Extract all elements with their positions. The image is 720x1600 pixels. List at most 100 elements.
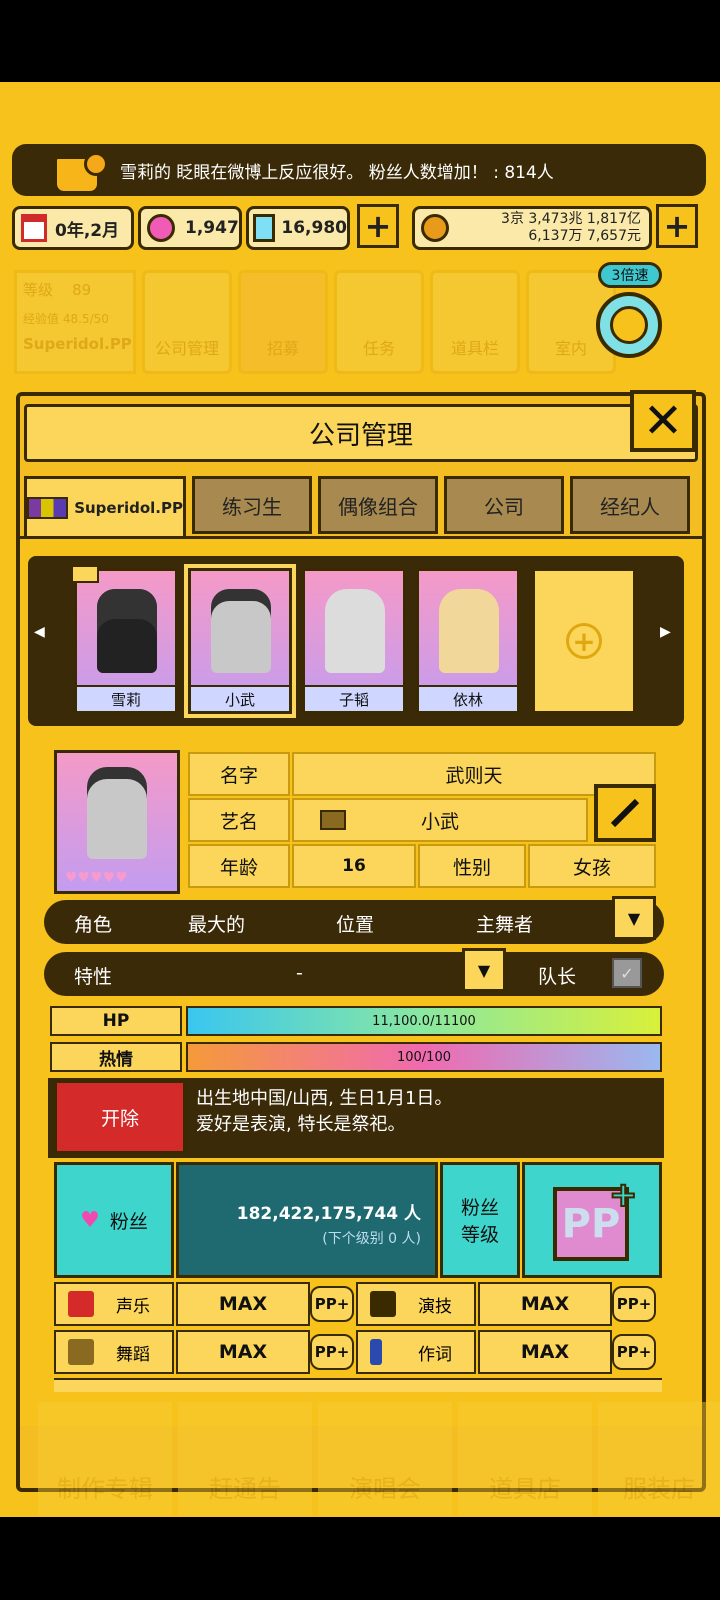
acting-pp-button[interactable]: PP+ [612, 1286, 656, 1322]
tab-company[interactable]: 公司 [444, 476, 564, 534]
tab-manager[interactable]: 经纪人 [570, 476, 690, 534]
idol-avatar-2 [211, 589, 271, 673]
hp-label: HP [50, 1006, 182, 1036]
role-value: 最大的 [188, 914, 246, 936]
lyrics-pp-button[interactable]: PP+ [612, 1334, 656, 1370]
gender-value: 女孩 [528, 844, 656, 888]
diamond-chip: 16,980 [246, 206, 350, 250]
boot-icon [68, 1339, 94, 1365]
stat-dance-value: MAX [176, 1330, 310, 1374]
nav-item-shop[interactable]: 道具店 [458, 1402, 592, 1516]
tab-idol-group[interactable]: 偶像组合 [318, 476, 438, 534]
panel-title-bar: 公司管理 [24, 404, 698, 462]
idol-card-4[interactable]: 依林 [416, 568, 520, 714]
stage-name-field: 小武 [292, 798, 588, 842]
coin-badge-icon [84, 152, 108, 176]
money-line-2: 6,137万 7,657元 [528, 228, 641, 244]
pp-upgrade-button[interactable]: PP + [522, 1162, 662, 1278]
bio-text: 出生地中国/山西, 生日1月1日。 爱好是表演, 特长是祭祀。 [196, 1086, 452, 1138]
name-label: 名字 [188, 752, 290, 796]
tab-superidol-label: Superidol.PP [74, 499, 183, 517]
stat-dance-name: 舞蹈 [116, 1344, 150, 1365]
exp-value: 48.5/50 [62, 312, 109, 326]
scroll-left-icon[interactable]: ◀ [34, 624, 45, 640]
money-line-1: 3京 3,473兆 1,817亿 [501, 211, 641, 227]
close-button[interactable]: ✕ [630, 390, 696, 452]
camera-icon [370, 1291, 396, 1317]
nav-concert[interactable]: 演唱会 [318, 1402, 452, 1516]
role-label: 角色 [74, 914, 113, 936]
bio-line-2: 爱好是表演, 特长是祭祀。 [196, 1114, 406, 1135]
pencil-icon [610, 798, 640, 828]
position-value: 主舞者 [476, 914, 534, 936]
idol-avatar-4 [439, 589, 499, 673]
diamond-value: 16,980 [281, 218, 347, 238]
chevron-down-icon: ▼ [477, 960, 491, 980]
pink-gem-icon [147, 214, 175, 242]
tile-tasks[interactable]: 任务 [334, 270, 424, 374]
buy-diamond-button[interactable]: + [357, 204, 399, 248]
stat-acting-name: 演技 [418, 1296, 452, 1317]
dance-pp-button[interactable]: PP+ [310, 1334, 354, 1370]
calendar-icon [21, 214, 47, 242]
crown-badge-icon [71, 565, 99, 583]
fans-next-level: (下个级别 0 人) [322, 1231, 421, 1247]
passion-bar: 100/100 [186, 1042, 662, 1072]
fans-value: 182,422,175,744 人 [236, 1204, 421, 1224]
fan-level-label-1: 粉丝 [460, 1197, 499, 1219]
edit-button[interactable] [594, 784, 656, 842]
idol-roster: ◀ 雪莉 小武 子韬 依林 + ▶ [28, 556, 684, 726]
idol-card-3[interactable]: 子韬 [302, 568, 406, 714]
profile-portrait: ♥♥♥♥♥ [54, 750, 180, 894]
trait-dropdown-button[interactable]: ▼ [462, 948, 506, 992]
fire-button[interactable]: 开除 [54, 1080, 186, 1154]
money-coin-icon [421, 214, 449, 242]
stat-lyrics-label: 作词 [356, 1330, 476, 1374]
pink-gem-chip: 1,947 [138, 206, 242, 250]
money-chip: 3京 3,473兆 1,817亿 6,137万 7,657元 [412, 206, 652, 250]
boot-icon [320, 810, 346, 830]
tile-recruit[interactable]: 招募 [238, 270, 328, 374]
leader-checkbox[interactable]: ✓ [612, 958, 642, 988]
stage-name-label: 艺名 [188, 798, 290, 842]
fans-label: 粉丝 [109, 1210, 148, 1233]
company-management-panel: 公司管理 ✕ Superidol.PP 练习生 偶像组合 公司 经纪人 ◀ 雪莉… [16, 390, 706, 1492]
fans-label-box: ♥ 粉丝 [54, 1162, 174, 1278]
nav-schedule[interactable]: 赶通告 [178, 1402, 312, 1516]
tile-inventory[interactable]: 道具栏 [430, 270, 520, 374]
idol-card-1[interactable]: 雪莉 [71, 565, 178, 714]
fire-label: 开除 [100, 1107, 139, 1130]
nav-costume-shop[interactable]: 服装店 [598, 1402, 720, 1516]
tile-company-management[interactable]: 公司管理 [142, 270, 232, 374]
company-name: Superidol.PP [23, 335, 132, 353]
idol-name-2: 小武 [191, 685, 289, 711]
stat-vocal-name: 声乐 [116, 1296, 150, 1317]
idol-name-3: 子韬 [305, 685, 403, 711]
position-dropdown-button[interactable]: ▼ [612, 896, 656, 940]
idol-avatar-1 [97, 589, 157, 673]
age-value: 16 [292, 844, 416, 888]
add-idol-slot[interactable]: + [532, 568, 636, 714]
panel-title: 公司管理 [308, 420, 413, 451]
stage-name-value: 小武 [420, 810, 459, 833]
trait-row: 特性 - ▼ 队长 ✓ [44, 948, 664, 996]
speed-button[interactable]: 3倍速 [594, 262, 670, 368]
passion-value: 100/100 [396, 1049, 451, 1065]
tab-superidol[interactable]: Superidol.PP [24, 476, 186, 540]
vocal-pp-button[interactable]: PP+ [310, 1286, 354, 1322]
buy-money-button[interactable]: + [656, 204, 698, 248]
stat-dance-label: 舞蹈 [54, 1330, 174, 1374]
diamond-icon [253, 214, 276, 242]
fan-level-label-2: 等级 [460, 1224, 499, 1246]
idol-card-2[interactable]: 小武 [184, 564, 296, 718]
tab-trainee[interactable]: 练习生 [192, 476, 312, 534]
leader-label: 队长 [538, 966, 577, 988]
stat-acting-label: 演技 [356, 1282, 476, 1326]
gender-label: 性别 [418, 844, 526, 888]
chevron-down-icon: ▼ [627, 908, 641, 928]
clock-icon [596, 292, 662, 358]
scroll-right-icon[interactable]: ▶ [660, 624, 671, 640]
hearts-icon: ♥♥♥♥♥ [65, 870, 128, 886]
stat-acting-value: MAX [478, 1282, 612, 1326]
nav-produce-album[interactable]: 制作专辑 [38, 1402, 172, 1516]
